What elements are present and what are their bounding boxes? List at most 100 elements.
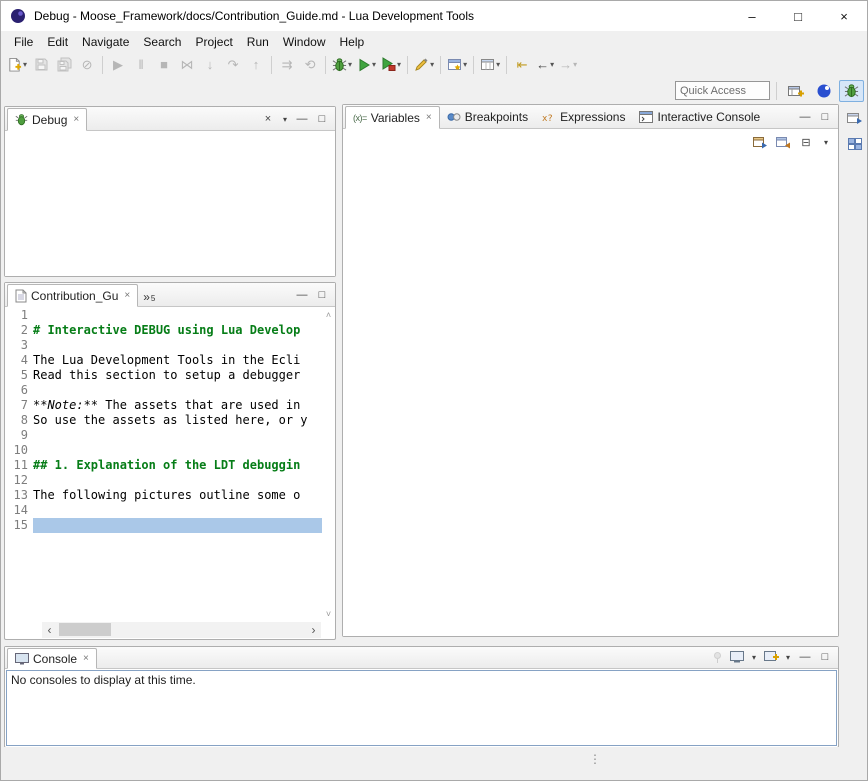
debug-perspective-button[interactable] xyxy=(839,80,864,102)
splitter-handle-icon[interactable]: ⋮ xyxy=(589,752,601,766)
back-dropdown-button[interactable]: ← ▾ xyxy=(534,54,556,76)
menu-search[interactable]: Search xyxy=(136,33,188,51)
menu-window[interactable]: Window xyxy=(276,33,333,51)
show-type-names-button[interactable] xyxy=(751,133,769,151)
editor-line[interactable]: 13The following pictures outline some o xyxy=(5,488,335,503)
scroll-right-icon[interactable]: › xyxy=(306,623,321,637)
menu-navigate[interactable]: Navigate xyxy=(75,33,136,51)
maximize-view-button[interactable]: □ xyxy=(313,286,331,304)
open-element-dropdown-button[interactable]: ▾ xyxy=(478,54,502,76)
new-wizard-dropdown-button[interactable]: ▾ xyxy=(445,54,469,76)
suspend-button[interactable]: ‖ xyxy=(130,54,152,76)
close-icon[interactable]: × xyxy=(73,114,79,125)
scroll-up-icon[interactable]: ˄ xyxy=(326,310,331,320)
run-dropdown-button[interactable]: ▾ xyxy=(355,54,378,76)
toolbar-separator xyxy=(440,56,441,74)
editor-line[interactable]: 11## 1. Explanation of the LDT debuggin xyxy=(5,458,335,473)
minimize-view-button[interactable]: — xyxy=(293,286,311,304)
scrollbar-thumb[interactable] xyxy=(59,623,111,636)
open-console-menu-button[interactable]: ▾ xyxy=(782,648,794,666)
close-icon[interactable]: × xyxy=(83,653,89,664)
quick-access-input[interactable] xyxy=(675,81,770,100)
debug-dropdown-button[interactable]: ▾ xyxy=(330,54,354,76)
minimize-window-button[interactable]: – xyxy=(729,1,775,31)
editor-line[interactable]: 10 xyxy=(5,443,335,458)
editor-line[interactable]: 2# Interactive DEBUG using Lua Develop xyxy=(5,323,335,338)
view-menu-button[interactable]: ▾ xyxy=(820,133,832,151)
editor-line[interactable]: 6 xyxy=(5,383,335,398)
open-perspective-button[interactable] xyxy=(783,80,808,102)
skip-breakpoints-button[interactable]: ⊘ xyxy=(76,54,98,76)
minimize-view-button[interactable]: — xyxy=(293,110,311,128)
last-edit-location-button[interactable]: ⇤ xyxy=(511,54,533,76)
editor-line[interactable]: 7**Note:** The assets that are used in xyxy=(5,398,335,413)
tab-variables[interactable]: (x)= Variables × xyxy=(345,106,440,129)
editor-line[interactable]: 8So use the assets as listed here, or y xyxy=(5,413,335,428)
editor-line[interactable]: 9 xyxy=(5,428,335,443)
scrollbar-track[interactable] xyxy=(57,622,306,638)
display-console-menu-button[interactable]: ▾ xyxy=(748,648,760,666)
editor-line[interactable]: 1 xyxy=(5,308,335,323)
terminate-button[interactable]: ■ xyxy=(153,54,175,76)
remove-all-terminated-button[interactable]: × xyxy=(259,110,277,128)
menu-edit[interactable]: Edit xyxy=(40,33,75,51)
collapse-all-button[interactable]: ⊟ xyxy=(797,133,815,151)
open-console-button[interactable] xyxy=(762,648,780,666)
editor-line[interactable]: 15 xyxy=(5,518,335,533)
maximize-view-button[interactable]: □ xyxy=(816,108,834,126)
editor-horizontal-scrollbar[interactable]: ‹ › xyxy=(42,622,321,638)
tab-breakpoints[interactable]: Breakpoints xyxy=(440,105,535,128)
new-dropdown-button[interactable]: ▾ xyxy=(5,54,29,76)
minimized-view-stack-button[interactable] xyxy=(844,134,866,154)
minimize-view-button[interactable]: — xyxy=(796,648,814,666)
maximize-view-button[interactable]: □ xyxy=(313,110,331,128)
editor-line[interactable]: 14 xyxy=(5,503,335,518)
editor-content[interactable]: 12# Interactive DEBUG using Lua Develop3… xyxy=(5,308,335,621)
scroll-down-icon[interactable]: ˅ xyxy=(326,609,331,619)
maximize-view-button[interactable]: □ xyxy=(816,648,834,666)
menu-run[interactable]: Run xyxy=(240,33,276,51)
file-icon xyxy=(15,289,27,303)
scroll-left-icon[interactable]: ‹ xyxy=(42,623,57,637)
save-button[interactable] xyxy=(30,54,52,76)
disconnect-button[interactable]: ⋈ xyxy=(176,54,198,76)
restart-button[interactable]: ⟲ xyxy=(299,54,321,76)
run-icon xyxy=(357,58,371,72)
mark-occurrences-dropdown-button[interactable]: ▾ xyxy=(412,54,436,76)
show-logical-structure-button[interactable] xyxy=(774,133,792,151)
close-icon[interactable]: × xyxy=(426,112,432,123)
use-step-filters-button[interactable]: ⇉ xyxy=(276,54,298,76)
step-return-button[interactable]: ↑ xyxy=(245,54,267,76)
view-menu-button[interactable]: ▾ xyxy=(279,110,291,128)
resume-button[interactable]: ▶ xyxy=(107,54,129,76)
menu-project[interactable]: Project xyxy=(188,33,239,51)
tab-debug[interactable]: Debug × xyxy=(7,108,87,131)
new-console-icon xyxy=(764,651,779,663)
close-icon[interactable]: × xyxy=(124,290,130,301)
display-console-button[interactable] xyxy=(728,648,746,666)
maximize-window-button[interactable]: □ xyxy=(775,1,821,31)
editor-line[interactable]: 3 xyxy=(5,338,335,353)
tab-editor-contribution-guide[interactable]: Contribution_Gu × xyxy=(7,284,138,307)
tab-interactive-console[interactable]: Interactive Console xyxy=(632,105,767,128)
tab-expressions[interactable]: x? Expressions xyxy=(535,105,632,128)
close-window-button[interactable]: × xyxy=(821,1,867,31)
menu-help[interactable]: Help xyxy=(333,33,372,51)
pin-console-button[interactable] xyxy=(708,648,726,666)
editor-line[interactable]: 12 xyxy=(5,473,335,488)
restore-minimized-views-button[interactable] xyxy=(844,108,866,128)
menu-file[interactable]: File xyxy=(7,33,40,51)
minimize-view-button[interactable]: — xyxy=(796,108,814,126)
console-content[interactable]: No consoles to display at this time. xyxy=(6,670,837,746)
editor-tab-overflow-button[interactable]: » 5 xyxy=(138,291,160,306)
save-all-button[interactable] xyxy=(53,54,75,76)
external-tools-dropdown-button[interactable]: ▾ xyxy=(379,54,403,76)
step-over-button[interactable]: ↷ xyxy=(222,54,244,76)
step-into-button[interactable]: ↓ xyxy=(199,54,221,76)
lua-perspective-button[interactable] xyxy=(811,80,836,102)
tab-console[interactable]: Console × xyxy=(7,648,97,669)
editor-line[interactable]: 5Read this section to setup a debugger xyxy=(5,368,335,383)
editor-line[interactable]: 4The Lua Development Tools in the Ecli xyxy=(5,353,335,368)
forward-dropdown-button[interactable]: → ▾ xyxy=(557,54,579,76)
editor-vertical-scrollbar[interactable]: ˄ ˅ xyxy=(322,308,335,621)
